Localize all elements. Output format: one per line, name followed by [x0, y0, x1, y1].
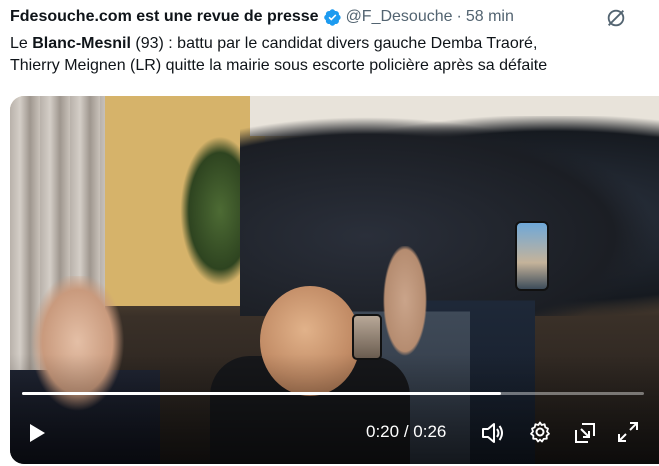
- text-part: (93) : battu par le candidat divers gauc…: [130, 35, 538, 52]
- verified-badge-icon[interactable]: [323, 8, 342, 27]
- tweet-text-line1: Le Blanc-Mesnil (93) : battu par le cand…: [10, 33, 655, 55]
- author-handle[interactable]: @F_Desouche: [346, 8, 453, 26]
- play-icon[interactable]: [26, 422, 48, 444]
- volume-icon[interactable]: [480, 420, 506, 446]
- duration: 0:26: [413, 422, 447, 441]
- tweet-time[interactable]: 58 min: [466, 8, 514, 26]
- gear-icon[interactable]: [528, 420, 552, 444]
- separator: ·: [456, 8, 462, 25]
- tweet-text: Le Blanc-Mesnil (93) : battu par le cand…: [10, 33, 655, 77]
- video-timecode: 0:20 / 0:26: [366, 422, 446, 442]
- video-progress-fill: [22, 392, 501, 395]
- text-part: Le: [10, 35, 33, 52]
- fullscreen-icon[interactable]: [616, 420, 640, 444]
- current-time: 0:20: [366, 422, 400, 441]
- picture-in-picture-icon[interactable]: [572, 420, 598, 446]
- video-progress-bar[interactable]: [22, 392, 644, 395]
- tweet-text-line2: Thierry Meignen (LR) quitte la mairie so…: [10, 57, 548, 74]
- author-name[interactable]: Fdesouche.com est une revue de presse: [10, 8, 319, 26]
- video-controls: 0:20 / 0:26: [10, 416, 659, 448]
- tweet-header: Fdesouche.com est une revue de presse @F…: [10, 6, 649, 28]
- video-player[interactable]: 0:20 / 0:26: [10, 96, 659, 464]
- phone: [515, 221, 549, 291]
- grok-icon[interactable]: [605, 7, 627, 29]
- time-separator: /: [399, 422, 414, 441]
- text-bold: Blanc-Mesnil: [32, 35, 131, 52]
